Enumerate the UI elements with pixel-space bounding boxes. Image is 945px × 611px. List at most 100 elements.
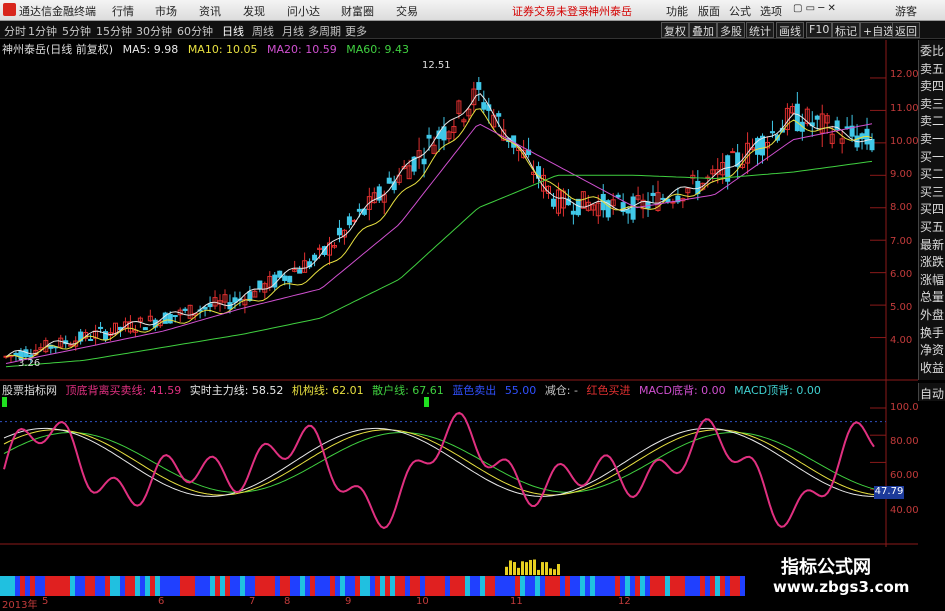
strip-cell [520,576,525,596]
sidebar-item[interactable]: 买三 [920,183,945,200]
sidebar-item[interactable]: 卖二 [920,112,945,129]
strip-cell [600,576,605,596]
strip-cell [470,576,475,596]
sidebar-item[interactable]: 涨跌 [920,253,945,270]
period-tab-30min[interactable]: 30分钟 [136,23,172,39]
candle-body [247,291,253,301]
strip-cell [640,576,645,596]
period-tab-1min[interactable]: 1分钟 [28,23,57,39]
menu-ask[interactable]: 问小达 [287,3,320,19]
period-tab-5min[interactable]: 5分钟 [62,23,91,39]
menu-function[interactable]: 功能 [666,3,688,19]
strip-cell [730,576,735,596]
indicator-item: 红色买进 [586,384,631,397]
f10-button[interactable]: F10 [806,22,833,38]
strip-cell [625,576,630,596]
sidebar-item[interactable]: 最新 [920,236,945,253]
strip-cell [355,576,360,596]
menu-market[interactable]: 市场 [155,3,177,19]
period-tab-60min[interactable]: 60分钟 [177,23,213,39]
strip-cell [320,576,325,596]
watermark: 指标公式网 www.zbgs3.com [745,547,945,609]
strip-cell [25,576,30,596]
sidebar-item[interactable]: 换手 [920,324,945,341]
strip-cell [285,576,290,596]
sidebar-item[interactable]: 卖五 [920,60,945,77]
strip-cell [155,576,160,596]
draw-line-button[interactable]: 画线 [776,22,804,38]
candle-body [182,308,188,311]
sidebar-item[interactable]: 总量 [920,288,945,305]
adjust-button[interactable]: 复权 [661,22,689,38]
strip-cell [670,576,675,596]
period-tab-daily[interactable]: 日线 [222,23,244,39]
mark-button[interactable]: 标记 [832,22,860,38]
y-tick: 10.00 [890,136,919,147]
sidebar-item[interactable]: 买一 [920,148,945,165]
strip-cell [90,576,95,596]
candle-body [570,210,576,215]
menu-discover[interactable]: 发现 [243,3,265,19]
kline-chart[interactable]: 12.51 3.26 [0,40,918,609]
back-button[interactable]: 返回 [892,22,920,38]
strip-cell [420,576,425,596]
strip-cell [725,576,730,596]
strip-cell [630,576,635,596]
login-notice[interactable]: 证券交易未登录 [512,3,589,19]
sidebar-item[interactable]: 收益 [920,359,945,376]
indicator-name[interactable]: 股票指标网 [2,384,57,397]
period-tab-timeshare[interactable]: 分时 [4,23,26,39]
sidebar-item[interactable]: 卖三 [920,95,945,112]
strip-cell [580,576,585,596]
sidebar-item[interactable]: 卖四 [920,77,945,94]
auto-button[interactable]: 自动 [920,385,944,402]
sidebar-item[interactable]: 买五 [920,218,945,235]
guest-button[interactable]: 游客 [895,3,917,19]
strip-cell [255,576,260,596]
strip-cell [545,576,550,596]
period-tab-15min[interactable]: 15分钟 [96,23,132,39]
strip-cell [225,576,230,596]
period-tab-more[interactable]: 更多 [345,23,367,39]
strip-cell [135,576,140,596]
period-toolbar: 分时 1分钟 5分钟 15分钟 30分钟 60分钟 日线 周线 月线 多周期 更… [0,21,945,39]
menu-news[interactable]: 资讯 [199,3,221,19]
menu-bar: 通达信金融终端 行情 市场 资讯 发现 问小达 财富圈 交易 证券交易未登录 神… [0,0,945,21]
sidebar-item[interactable]: 买四 [920,200,945,217]
strip-cell [325,576,330,596]
strip-cell [495,576,500,596]
sidebar-item[interactable]: 委比 [920,42,945,59]
menu-wealth[interactable]: 财富圈 [341,3,374,19]
menu-formula[interactable]: 公式 [729,3,751,19]
menu-quotes[interactable]: 行情 [112,3,134,19]
stats-button[interactable]: 统计 [746,22,774,38]
strip-cell [395,576,400,596]
strip-cell [430,576,435,596]
period-tab-multi[interactable]: 多周期 [308,23,341,39]
window-controls[interactable]: ▢ ▭ ─ ✕ [793,3,836,14]
sidebar-item[interactable]: 外盘 [920,306,945,323]
period-tab-monthly[interactable]: 月线 [282,23,304,39]
menu-trade[interactable]: 交易 [396,3,418,19]
menu-layout[interactable]: 版面 [698,3,720,19]
multi-stock-button[interactable]: 多股 [717,22,745,38]
overlay-button[interactable]: 叠加 [689,22,717,38]
strip-cell [620,576,625,596]
strip-cell [85,576,90,596]
sidebar-item[interactable]: 涨幅 [920,271,945,288]
sidebar-item[interactable]: 净资 [920,341,945,358]
sidebar-item[interactable]: 卖一 [920,130,945,147]
indicator-grid [0,407,886,491]
candle-body [794,103,800,132]
candle-body [88,338,94,341]
strip-cell [700,576,705,596]
menu-options[interactable]: 选项 [760,3,782,19]
strip-cell [275,576,280,596]
period-tab-weekly[interactable]: 周线 [252,23,274,39]
strip-cell [75,576,80,596]
y-tick: 100.0 [890,402,919,413]
strip-cell [165,576,170,596]
candle-body [769,131,775,134]
strip-cell [675,576,680,596]
sidebar-item[interactable]: 买二 [920,165,945,182]
